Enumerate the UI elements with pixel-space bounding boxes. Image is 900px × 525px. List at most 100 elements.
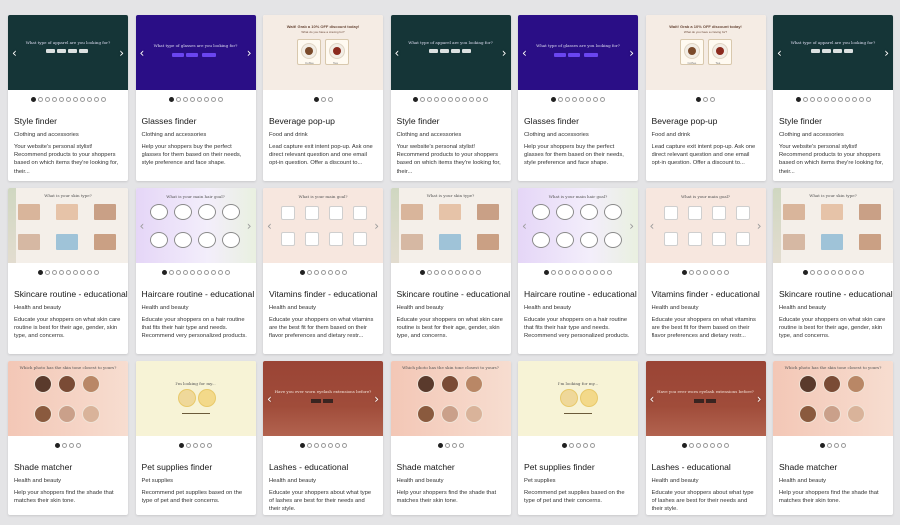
template-preview[interactable]: I'm looking for my... <box>135 361 256 436</box>
skin-tone-photo[interactable] <box>82 375 100 393</box>
dog-option-icon[interactable] <box>197 389 216 407</box>
carousel-dot[interactable] <box>703 443 708 448</box>
template-preview[interactable]: Wait! Grab a 10% OFF discount today! What… <box>645 15 766 90</box>
carousel-dot[interactable] <box>193 443 198 448</box>
carousel-dot[interactable] <box>320 270 326 275</box>
carousel-dot[interactable] <box>544 270 549 275</box>
template-preview[interactable]: Which photo has the skin tone closest to… <box>8 361 128 436</box>
skin-tone-photo[interactable] <box>847 405 865 423</box>
carousel-dot[interactable] <box>682 443 687 448</box>
carousel-dot[interactable] <box>809 270 815 275</box>
carousel-dot[interactable] <box>476 97 481 102</box>
carousel-dot[interactable] <box>30 97 36 102</box>
carousel-dot[interactable] <box>582 443 588 448</box>
carousel-dot[interactable] <box>168 97 174 102</box>
carousel-dot[interactable] <box>593 97 598 102</box>
carousel-dot[interactable] <box>441 97 446 102</box>
carousel-dot[interactable] <box>572 270 577 275</box>
carousel-next-icon[interactable]: › <box>374 220 379 232</box>
template-preview[interactable]: What is your skin type? <box>8 188 128 263</box>
carousel-dot[interactable] <box>696 443 701 448</box>
carousel-dot[interactable] <box>175 97 181 102</box>
carousel-dot[interactable] <box>306 270 312 275</box>
carousel-prev-icon[interactable]: ‹ <box>650 220 655 232</box>
carousel-dot[interactable] <box>217 97 223 102</box>
template-preview[interactable]: Wait! Grab a 10% OFF discount today! What… <box>263 15 383 90</box>
carousel-dot[interactable] <box>448 97 453 102</box>
answer-option[interactable] <box>450 49 460 53</box>
carousel-dot[interactable] <box>593 270 598 275</box>
hair-goal-icon[interactable] <box>580 204 598 220</box>
template-preview[interactable]: What is your main hair goal? ‹ › <box>518 188 638 263</box>
carousel-dot[interactable] <box>37 270 43 275</box>
skin-type-photo[interactable] <box>94 234 116 250</box>
carousel-dot[interactable] <box>844 97 850 102</box>
template-card[interactable]: What type of apparel are you looking for… <box>773 15 893 181</box>
template-preview[interactable]: Which photo has the skin tone closest to… <box>773 361 893 436</box>
carousel-dot[interactable] <box>306 443 312 448</box>
skin-type-photo[interactable] <box>476 204 499 220</box>
skin-tone-photo[interactable] <box>799 375 817 393</box>
drink-option[interactable]: Coffee <box>297 39 321 65</box>
hair-goal-icon[interactable] <box>580 232 598 248</box>
carousel-dot[interactable] <box>469 97 474 102</box>
answer-option[interactable] <box>201 53 216 57</box>
carousel-dot[interactable] <box>455 270 460 275</box>
answer-option[interactable] <box>833 49 842 53</box>
carousel-dot[interactable] <box>841 443 846 448</box>
hair-goal-icon[interactable] <box>173 204 192 220</box>
carousel-dot[interactable] <box>600 97 605 102</box>
answer-option[interactable] <box>568 53 580 57</box>
hair-goal-icon[interactable] <box>556 204 574 220</box>
template-preview[interactable]: What is your main goal? ‹ › <box>263 188 383 263</box>
hair-goal-icon[interactable] <box>173 232 192 248</box>
answer-option[interactable] <box>57 49 66 53</box>
dog-option-icon[interactable] <box>580 389 598 407</box>
skin-type-photo[interactable] <box>18 204 40 220</box>
skin-type-photo[interactable] <box>56 234 78 250</box>
carousel-prev-icon[interactable]: ‹ <box>650 393 655 405</box>
carousel-dot[interactable] <box>327 270 333 275</box>
carousel-dot[interactable] <box>724 270 729 275</box>
carousel-dot[interactable] <box>69 443 74 448</box>
carousel-dot[interactable] <box>434 97 439 102</box>
drink-option[interactable]: Tea <box>707 39 732 65</box>
carousel-dot[interactable] <box>341 443 347 448</box>
skin-type-photo[interactable] <box>476 234 499 250</box>
answer-option[interactable] <box>844 49 853 53</box>
template-preview[interactable]: What type of apparel are you looking for… <box>773 15 893 90</box>
carousel-dot[interactable] <box>437 443 443 448</box>
carousel-dot[interactable] <box>334 270 340 275</box>
answer-button[interactable] <box>705 399 716 403</box>
carousel-dot[interactable] <box>217 270 223 275</box>
carousel-dot[interactable] <box>558 97 563 102</box>
carousel-dot[interactable] <box>189 270 195 275</box>
template-card[interactable]: What type of glasses are you looking for… <box>135 15 256 181</box>
carousel-dot[interactable] <box>717 270 722 275</box>
template-card[interactable]: Which photo has the skin tone closest to… <box>773 361 893 515</box>
carousel-dot[interactable] <box>341 270 347 275</box>
hair-goal-icon[interactable] <box>532 204 550 220</box>
skin-tone-photo[interactable] <box>416 405 435 423</box>
carousel-dot[interactable] <box>100 97 106 102</box>
carousel-next-icon[interactable]: › <box>247 47 252 59</box>
goal-option-icon[interactable] <box>687 232 702 246</box>
template-card[interactable]: Which photo has the skin tone closest to… <box>390 361 511 515</box>
carousel-dot[interactable] <box>858 97 864 102</box>
carousel-dot[interactable] <box>575 443 581 448</box>
carousel-dot[interactable] <box>579 270 584 275</box>
hair-goal-icon[interactable] <box>532 232 550 248</box>
template-card[interactable]: What type of apparel are you looking for… <box>390 15 511 181</box>
carousel-dot[interactable] <box>434 270 439 275</box>
carousel-next-icon[interactable]: › <box>247 220 252 232</box>
skin-tone-photo[interactable] <box>440 405 459 423</box>
skin-type-photo[interactable] <box>859 234 881 250</box>
answer-option[interactable] <box>461 49 471 53</box>
template-card[interactable]: Have you ever worn eyelash extensions be… <box>263 361 383 515</box>
carousel-dot[interactable] <box>469 270 474 275</box>
carousel-prev-icon[interactable]: ‹ <box>140 220 145 232</box>
template-card[interactable]: I'm looking for my... Pet supplies finder… <box>135 361 256 515</box>
carousel-dot[interactable] <box>579 97 584 102</box>
carousel-dot[interactable] <box>802 270 808 275</box>
template-preview[interactable]: What type of apparel are you looking for… <box>390 15 511 90</box>
